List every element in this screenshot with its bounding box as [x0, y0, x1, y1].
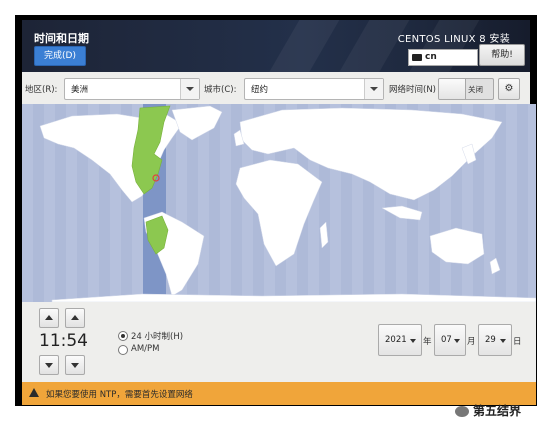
region-label: 地区(R):: [25, 85, 58, 95]
keyboard-layout-label: cn: [425, 52, 437, 62]
product-name: CENTOS LINUX 8 安装: [397, 34, 510, 45]
ntp-settings-button[interactable]: ⚙: [498, 78, 520, 100]
day-suffix: 日: [513, 337, 522, 347]
chevron-down-icon: [500, 339, 506, 343]
toggle-knob: [439, 79, 466, 99]
format-24h-label: 24 小时制(H): [131, 332, 184, 342]
region-value: 美洲: [71, 85, 89, 95]
region-dropdown[interactable]: 美洲: [64, 78, 200, 100]
month-dropdown[interactable]: 07: [434, 324, 466, 356]
header-bar: 时间和日期 完成(D) CENTOS LINUX 8 安装 cn 帮助!: [22, 20, 530, 72]
city-label: 城市(C):: [204, 85, 237, 95]
year-dropdown[interactable]: 2021: [378, 324, 422, 356]
radio-unselected-icon: [118, 345, 128, 355]
timezone-toolbar: 地区(R): 美洲 城市(C): 纽约 网络时间(N) 关闭 ⚙: [22, 72, 530, 105]
minute-up-button[interactable]: [65, 308, 85, 328]
hour-up-button[interactable]: [39, 308, 59, 328]
year-suffix: 年: [423, 337, 432, 347]
network-time-toggle[interactable]: 关闭: [438, 78, 494, 100]
day-dropdown[interactable]: 29: [478, 324, 512, 356]
radio-selected-icon: [118, 331, 128, 341]
chevron-down-icon: [454, 339, 460, 343]
minute-down-button[interactable]: [65, 355, 85, 375]
watermark: 第五结界: [455, 402, 521, 419]
warning-icon: [29, 388, 39, 397]
chevron-down-icon: [180, 79, 199, 99]
keyboard-icon: [412, 54, 422, 61]
chevron-down-icon: [364, 79, 383, 99]
watermark-text: 第五结界: [473, 404, 522, 418]
done-button[interactable]: 完成(D): [34, 46, 86, 66]
help-button[interactable]: 帮助!: [479, 44, 525, 66]
gear-icon: ⚙: [504, 83, 514, 94]
page-title: 时间和日期: [34, 32, 89, 45]
timezone-map[interactable]: [22, 104, 536, 302]
month-value: 07: [441, 335, 452, 345]
city-value: 纽约: [251, 85, 269, 95]
chevron-down-icon: [410, 339, 416, 343]
hour-down-button[interactable]: [39, 355, 59, 375]
wechat-logo-icon: [455, 406, 469, 417]
network-time-state: 关闭: [468, 85, 483, 94]
warning-text: 如果您要使用 NTP，需要首先设置网络: [46, 390, 193, 400]
keyboard-layout-indicator[interactable]: cn: [408, 49, 478, 66]
city-dropdown[interactable]: 纽约: [244, 78, 384, 100]
time-display: 11:54: [39, 331, 88, 351]
network-time-label: 网络时间(N): [389, 85, 436, 95]
world-map[interactable]: [22, 104, 536, 302]
year-value: 2021: [385, 335, 407, 345]
format-ampm-label: AM/PM: [131, 344, 160, 354]
month-suffix: 月: [467, 337, 476, 347]
day-value: 29: [485, 335, 496, 345]
